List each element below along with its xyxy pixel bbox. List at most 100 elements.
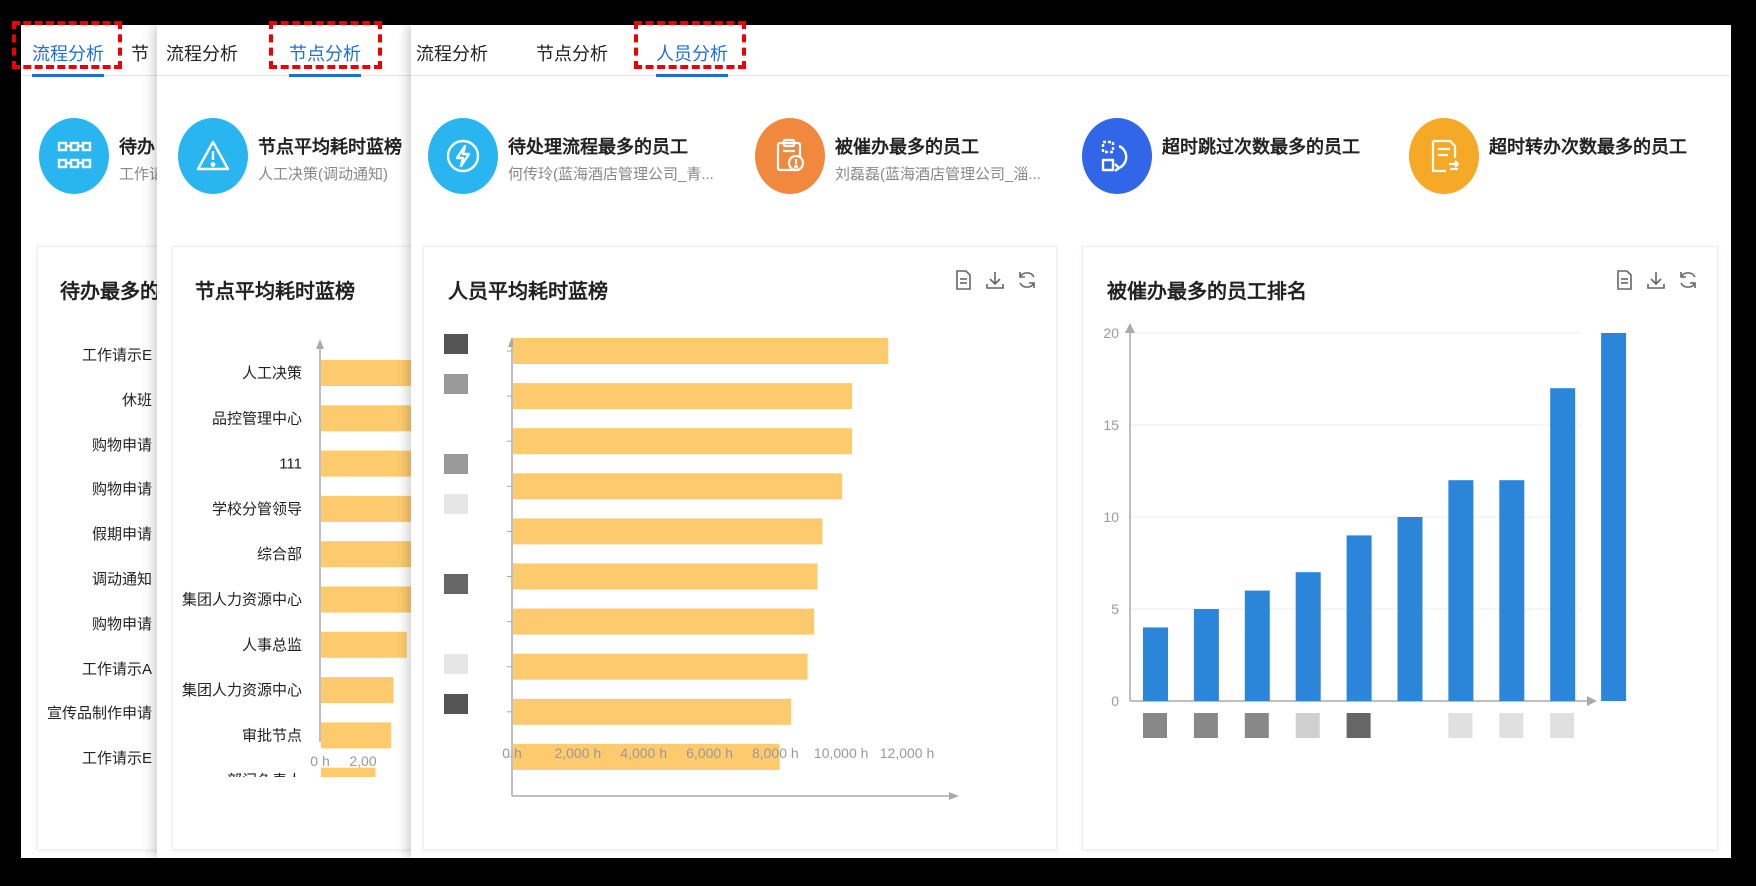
bar [321, 677, 394, 704]
category-label: 部门负责人 [227, 773, 302, 777]
row-label: 购物申请 [91, 615, 152, 633]
bar [1499, 480, 1525, 701]
x-tick-label: 4,000 h [620, 745, 667, 761]
y-axis-arrow [316, 339, 324, 349]
x-axis-arrow [949, 792, 959, 800]
bar [1448, 480, 1474, 701]
bar [513, 698, 792, 725]
redacted-label-block [444, 374, 468, 394]
stat-title: 超时转办次数最多的员工 [1489, 137, 1687, 157]
bar [513, 653, 808, 680]
bar [513, 608, 815, 635]
bar [1397, 517, 1423, 701]
stat-subtitle: 何传玲(蓝海酒店管理公司_青... [508, 166, 714, 183]
staff-analysis-panel: 流程分析 节点分析 人员分析 待处理流程最多的员工 何传玲(蓝海酒店管理公司_青… [411, 25, 1731, 858]
stat-title: 节点平均耗时蓝榜 [258, 137, 402, 157]
redacted-label-block [1448, 713, 1473, 738]
category-label: 人工决策 [242, 365, 302, 382]
stat-title: 待办 [119, 137, 155, 157]
redacted-label-block [1550, 713, 1575, 738]
row-label: 工作请示E [81, 750, 152, 768]
document-transfer-icon [1409, 118, 1479, 194]
row-label: 购物申请 [91, 436, 152, 454]
row-label: 工作请示E [81, 347, 152, 364]
x-tick-label: 10,000 h [814, 745, 869, 761]
card-title: 待办最多的 [60, 281, 160, 303]
tab-node-analysis[interactable]: 节点分析 [289, 40, 361, 77]
x-tick-label: 8,000 h [752, 745, 799, 761]
flow-grid-icon [39, 118, 109, 194]
redacted-label-block [444, 654, 468, 674]
stat-title: 待处理流程最多的员工 [508, 137, 688, 157]
x-tick-label: 0 h [502, 745, 521, 761]
tab-node-analysis[interactable]: 节点分析 [536, 40, 608, 66]
category-label: 品控管理中心 [212, 410, 302, 427]
clipboard-alert-icon [755, 118, 825, 194]
warning-triangle-icon [178, 118, 248, 194]
redacted-label-block [1499, 713, 1524, 738]
tab-process-analysis[interactable]: 流程分析 [416, 40, 488, 66]
y-tick-label: 0 [1111, 693, 1119, 709]
row-label: 假期申请 [91, 526, 152, 544]
row-label: 购物申请 [91, 481, 152, 499]
bar [513, 563, 818, 590]
bar [321, 767, 376, 777]
bar [1244, 590, 1270, 701]
x-tick-label: 2,00 [349, 753, 376, 769]
y-tick-label: 15 [1103, 417, 1119, 433]
row-label: 休班 [121, 391, 152, 409]
bar [1550, 388, 1576, 701]
category-label: 集团人力资源中心 [182, 592, 302, 609]
category-label: 审批节点 [242, 727, 302, 744]
most-urged-ranking-card: 被催办最多的员工排名 0 5 10 15 20 [1082, 246, 1718, 850]
tab-process-analysis[interactable]: 流程分析 [166, 40, 238, 66]
redacted-label-block [1143, 713, 1167, 738]
x-tick-label: 2,000 h [554, 745, 601, 761]
skip-flow-icon [1082, 118, 1152, 194]
redacted-label-block [444, 574, 468, 594]
tab-node-analysis[interactable]: 节 [131, 40, 149, 66]
row-label: 调动通知 [91, 571, 152, 588]
redacted-label-block [1244, 713, 1269, 738]
bar [1601, 333, 1627, 701]
x-tick-label: 6,000 h [686, 745, 733, 761]
row-label: 工作请示A [81, 660, 152, 678]
bar [1295, 572, 1321, 701]
bar [321, 586, 415, 613]
tab-process-analysis[interactable]: 流程分析 [32, 40, 104, 77]
tab-bar: 流程分析 节点分析 人员分析 [411, 25, 1731, 77]
redacted-label-block [444, 694, 468, 714]
x-tick-label: 0 h [310, 753, 329, 769]
bar [513, 518, 823, 545]
redacted-label-block [1295, 713, 1320, 738]
lightning-icon [428, 118, 498, 194]
stat-title: 被催办最多的员工 [835, 137, 979, 157]
y-tick-label: 20 [1103, 325, 1119, 341]
category-label: 集团人力资源中心 [182, 682, 302, 699]
row-label: 宣传品制作申请 [46, 705, 152, 723]
redacted-label-block [1193, 713, 1218, 738]
bar [513, 473, 843, 500]
bar [1193, 609, 1219, 701]
category-label: 综合部 [257, 546, 302, 563]
stat-subtitle: 刘磊磊(蓝海酒店管理公司_淄... [835, 166, 1041, 183]
redacted-label-block [444, 454, 468, 474]
redacted-label-block [444, 334, 468, 354]
tab-staff-analysis[interactable]: 人员分析 [656, 40, 728, 77]
stat-subtitle: 人工决策(调动通知) [258, 166, 388, 183]
staff-avg-time-card: 人员平均耗时蓝榜 0 h 2,000 h 4,000 h 6,000 h 8,000 h… [423, 246, 1057, 850]
y-tick-label: 5 [1111, 601, 1119, 617]
bar [1143, 627, 1168, 701]
staff-avg-time-chart: 0 h 2,000 h 4,000 h 6,000 h 8,000 h 10,000 h 1… [444, 334, 959, 800]
bar [513, 338, 889, 364]
category-label: 人事总监 [242, 637, 302, 654]
y-axis-arrow [1125, 323, 1135, 333]
category-label: 111 [279, 456, 302, 473]
bar [513, 428, 853, 455]
stat-title: 超时跳过次数最多的员工 [1162, 137, 1360, 157]
x-tick-label: 12,000 h [880, 745, 935, 761]
most-urged-ranking-chart: 0 5 10 15 20 [1103, 323, 1627, 738]
redacted-label-block [444, 494, 468, 514]
redacted-label-block [1346, 713, 1371, 738]
x-axis-arrow [1587, 696, 1597, 706]
